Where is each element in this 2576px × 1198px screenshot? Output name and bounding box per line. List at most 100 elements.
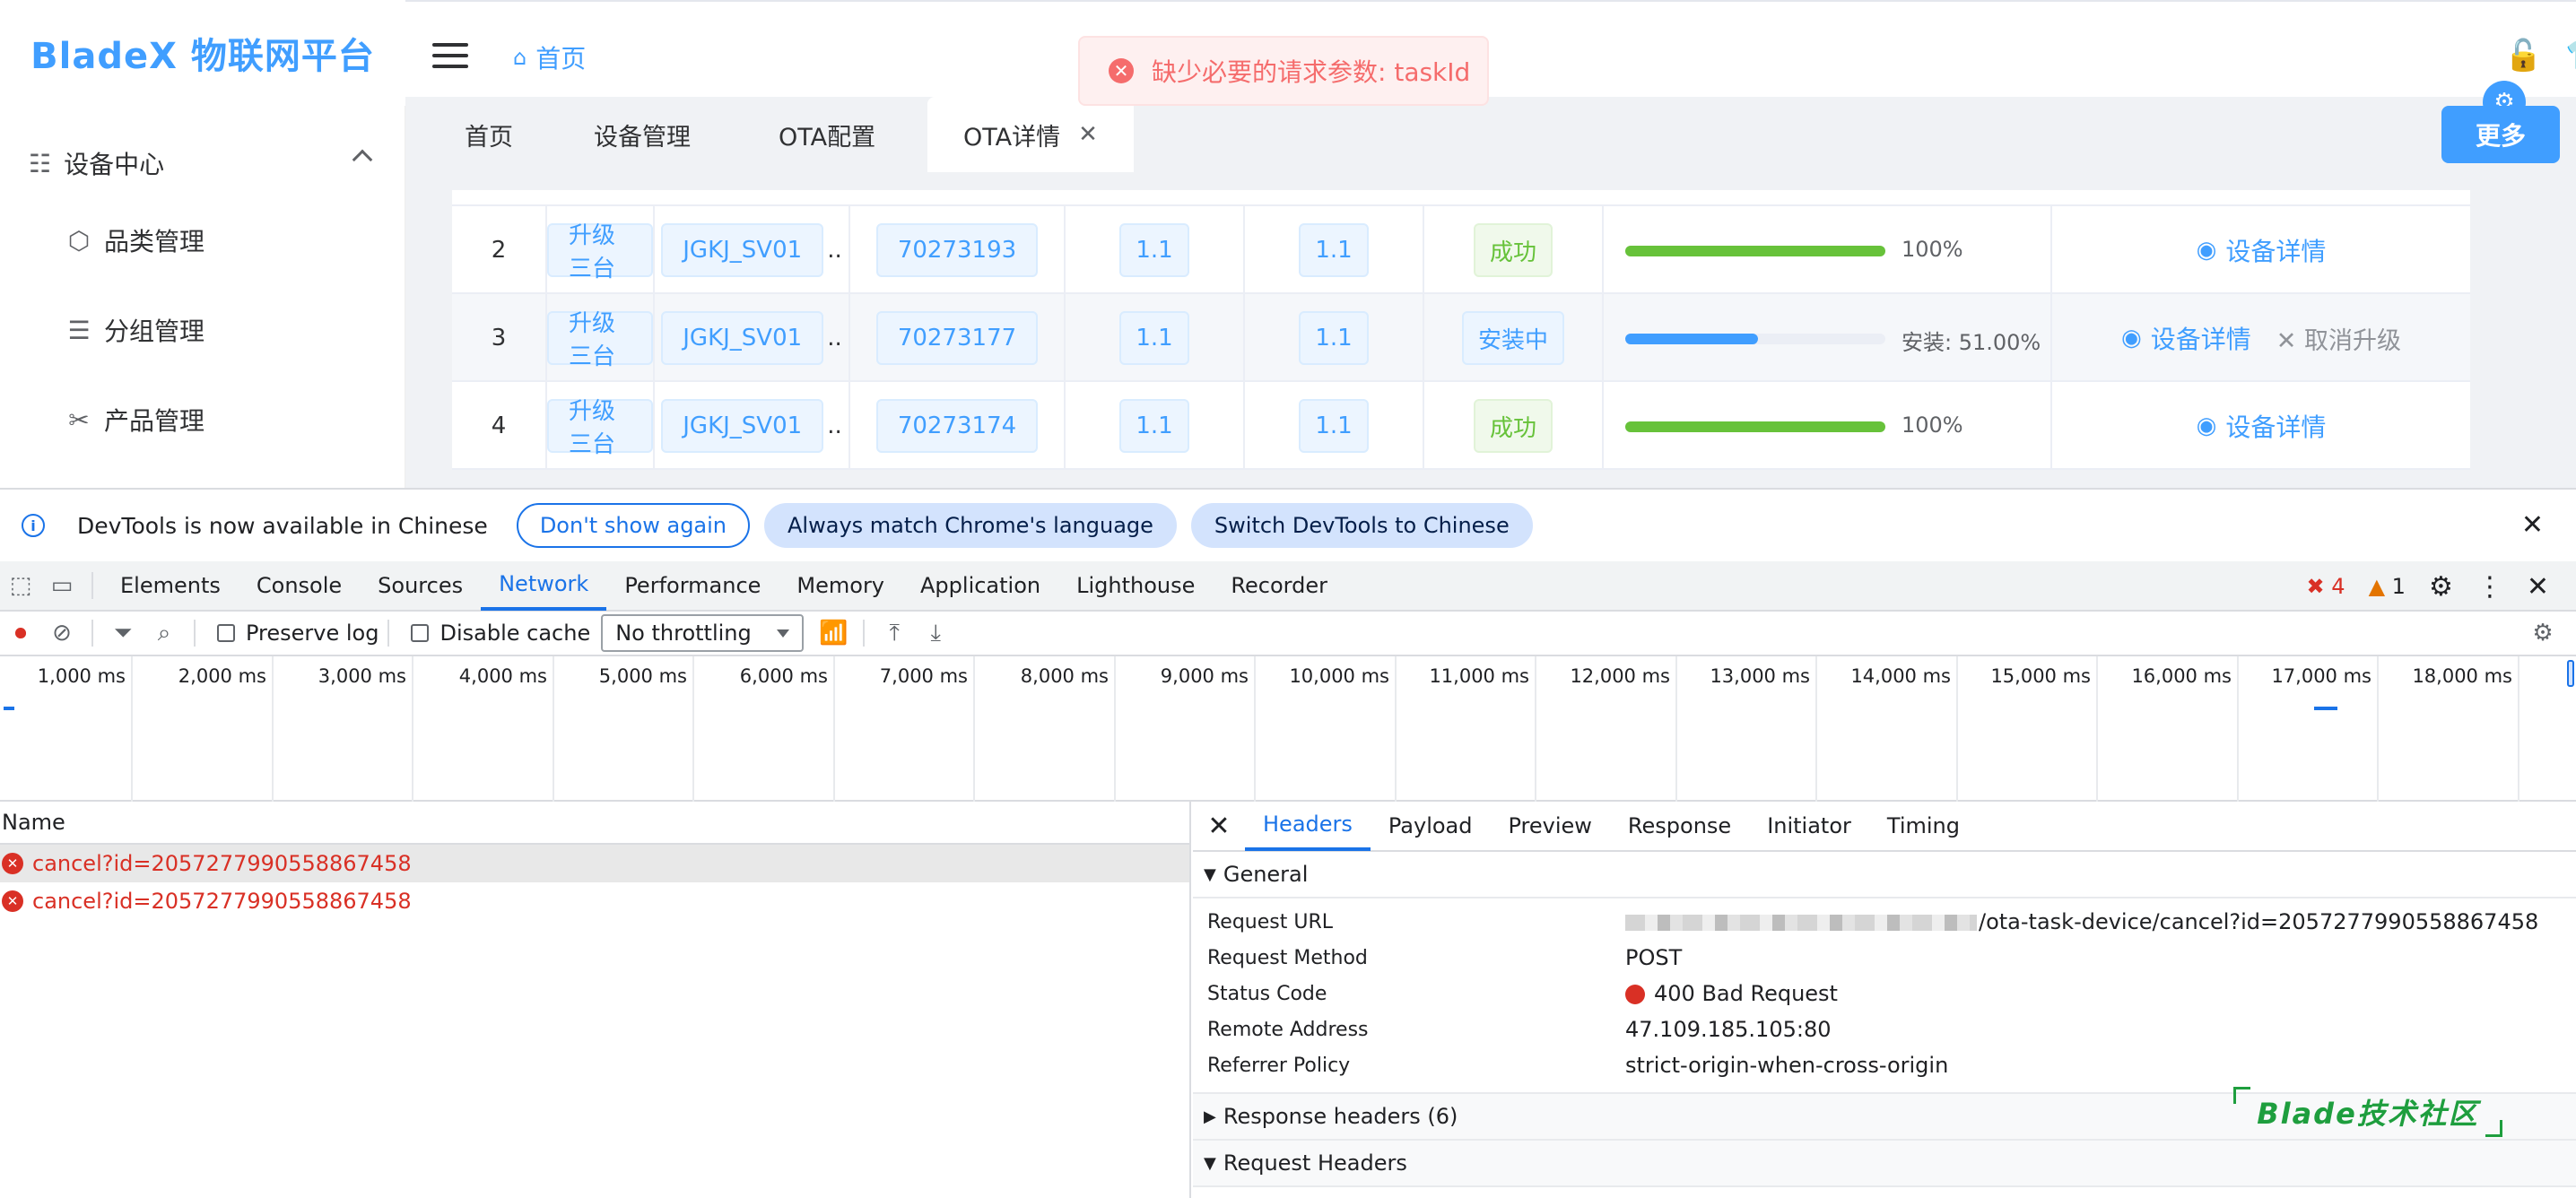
request-row[interactable]: ✕ cancel?id=2057277990558867458 <box>0 882 1189 920</box>
devtools-tab-memory[interactable]: Memory <box>779 560 902 611</box>
always-match-language-button[interactable]: Always match Chrome's language <box>764 503 1177 548</box>
devtools-tab-elements[interactable]: Elements <box>102 560 239 611</box>
to-version-tag: 1.1 <box>1299 399 1369 453</box>
cancel-upgrade-link[interactable]: ✕ 取消升级 <box>2276 321 2401 356</box>
table-cell-to: 1.1 <box>1245 206 1424 294</box>
close-icon[interactable]: ✕ <box>1193 811 1245 842</box>
close-icon[interactable]: ✕ <box>1078 121 1098 148</box>
switch-devtools-chinese-button[interactable]: Switch DevTools to Chinese <box>1190 503 1533 548</box>
settings-gear-icon[interactable]: ⚙ <box>2429 571 2453 603</box>
table-cell-from: 1.1 <box>1066 382 1245 470</box>
from-version-tag: 1.1 <box>1119 311 1189 365</box>
devtools-tab-lighthouse[interactable]: Lighthouse <box>1058 560 1213 611</box>
sidebar-item-group[interactable]: ☰ 分组管理 <box>65 294 205 366</box>
tab-ota-detail[interactable]: OTA详情 ✕ <box>927 97 1134 172</box>
header-value[interactable]: strict-origin-when-cross-origin <box>1625 1053 1948 1078</box>
device-toolbar-icon[interactable]: ▭ <box>41 572 83 599</box>
devtools-tab-list: Elements Console Sources Network Performance… <box>102 560 1345 611</box>
throttling-select[interactable]: No throttling <box>601 614 805 652</box>
sidebar-group-label: 设备中心 <box>64 150 165 179</box>
network-conditions-icon[interactable]: 📶 <box>813 620 854 647</box>
error-icon: ✕ <box>2 853 23 874</box>
import-har-icon[interactable]: ⤒ <box>874 620 915 647</box>
network-timeline-overview[interactable]: 1,000 ms 2,000 ms 3,000 ms 4,000 ms 5,000 ms… <box>0 656 2576 802</box>
throttling-value: No throttling <box>615 621 752 646</box>
detail-tab-payload[interactable]: Payload <box>1371 801 1491 851</box>
more-button[interactable]: 更多 <box>2441 106 2560 163</box>
export-har-icon[interactable]: ⤓ <box>915 620 956 647</box>
name-column-header[interactable]: Name <box>0 802 1189 845</box>
theme-shirt-icon[interactable]: 👕 <box>2565 38 2576 74</box>
header-key: Request URL <box>1207 910 1334 933</box>
detail-tab-initiator[interactable]: Initiator <box>1749 801 1869 851</box>
close-devtools-icon[interactable]: ✕ <box>2527 571 2549 603</box>
request-headers-section-header[interactable]: ▼ Request Headers <box>1193 1141 2576 1187</box>
status-badge: 安装中 <box>1461 311 1564 365</box>
sidebar-item-product[interactable]: ✂ 产品管理 <box>65 384 205 456</box>
record-stop-icon[interactable]: ⏺ <box>0 620 41 647</box>
request-row[interactable]: ✕ cancel?id=2057277990558867458 <box>0 845 1189 882</box>
devtools-tab-performance[interactable]: Performance <box>606 560 779 611</box>
disable-cache-checkbox[interactable]: Disable cache <box>411 621 590 646</box>
general-section-header[interactable]: ▼ General <box>1193 852 2576 898</box>
header-value[interactable]: 400 Bad Request <box>1625 981 1838 1006</box>
devtools-tab-network[interactable]: Network <box>481 560 607 611</box>
more-options-icon[interactable]: ⋮ <box>2476 571 2503 603</box>
tags-view-bar: 首页 设备管理 OTA配置 OTA详情 ✕ <box>405 97 2576 172</box>
progress-fill <box>1625 334 1758 344</box>
network-settings-gear-icon[interactable]: ⚙ <box>2522 620 2563 647</box>
detail-tab-preview[interactable]: Preview <box>1491 801 1610 851</box>
watermark: Blade技术社区 <box>2233 1087 2502 1137</box>
filter-icon[interactable]: ⏷ <box>102 620 144 647</box>
devtools-tab-sources[interactable]: Sources <box>360 560 481 611</box>
eye-icon: ◉ <box>2196 412 2217 439</box>
status-badge: 成功 <box>1473 223 1553 277</box>
dont-show-again-button[interactable]: Don't show again <box>516 503 751 548</box>
detail-tab-timing[interactable]: Timing <box>1869 801 1978 851</box>
progress-bar <box>1625 246 1885 256</box>
timeline-tick-label: 18,000 ms <box>2412 665 2512 687</box>
table-cell-from: 1.1 <box>1066 206 1245 294</box>
timeline-range-handle[interactable] <box>2567 660 2574 687</box>
close-icon[interactable]: ✕ <box>2521 509 2544 541</box>
device-detail-link[interactable]: ◉ 设备详情 <box>2121 320 2251 356</box>
lock-icon[interactable]: 🔓 <box>2504 38 2542 74</box>
warning-count-badge[interactable]: ▲ 1 <box>2369 574 2406 599</box>
header-key: Status Code <box>1207 982 1327 1005</box>
header-value-text: strict-origin-when-cross-origin <box>1625 1053 1949 1078</box>
detail-tab-response[interactable]: Response <box>1610 801 1749 851</box>
devtools-tab-recorder[interactable]: Recorder <box>1213 560 1345 611</box>
eye-icon: ◉ <box>2121 325 2142 352</box>
header-value[interactable]: POST <box>1625 945 1682 970</box>
tab-device-management[interactable]: 设备管理 <box>594 97 691 172</box>
devtools-status-area: ✖ 4 ▲ 1 ⚙ ⋮ ✕ <box>2307 561 2549 612</box>
header-value[interactable]: /ota-task-device/cancel?id=2057277990558… <box>1625 909 2538 934</box>
device-detail-link[interactable]: ◉ 设备详情 <box>2197 408 2327 444</box>
detail-tab-bar: ✕ Headers Payload Preview Response Initiator… <box>1193 802 2576 852</box>
progress-text: 100% <box>1902 237 1963 262</box>
table-cell-product: JGKJ_SV01.. <box>655 382 850 470</box>
detail-tab-headers[interactable]: Headers <box>1245 801 1371 851</box>
breadcrumb[interactable]: ⌂ 首页 <box>513 39 586 75</box>
header-value-text: /ota-task-device/cancel?id=2057277990558… <box>1979 909 2539 934</box>
eye-icon: ◉ <box>2196 237 2217 264</box>
device-detail-link[interactable]: ◉ 设备详情 <box>2197 232 2327 268</box>
inspect-element-icon[interactable]: ⬚ <box>0 572 41 599</box>
devtools-tab-console[interactable]: Console <box>239 560 360 611</box>
devtools-tab-application[interactable]: Application <box>902 560 1058 611</box>
sidebar-item-category[interactable]: ⬡ 品类管理 <box>65 204 205 276</box>
search-icon[interactable]: ⌕ <box>144 620 185 647</box>
error-count: 4 <box>2331 574 2345 599</box>
overflow-ellipsis: .. <box>827 412 842 439</box>
sidebar-group-device-center[interactable]: ☷ 设备中心 <box>29 127 373 199</box>
tab-home[interactable]: 首页 <box>465 97 513 172</box>
tab-ota-config[interactable]: OTA配置 <box>779 97 875 172</box>
header-key: Referrer Policy <box>1207 1054 1351 1077</box>
header-value-text: 47.109.185.105:80 <box>1625 1017 1832 1042</box>
error-count-badge[interactable]: ✖ 4 <box>2307 574 2345 599</box>
hamburger-menu-icon[interactable] <box>432 43 468 68</box>
preserve-log-checkbox[interactable]: Preserve log <box>217 621 379 646</box>
clear-icon[interactable]: ⊘ <box>41 620 83 647</box>
product-tag: JGKJ_SV01 <box>661 311 824 365</box>
header-value[interactable]: 47.109.185.105:80 <box>1625 1017 1831 1042</box>
